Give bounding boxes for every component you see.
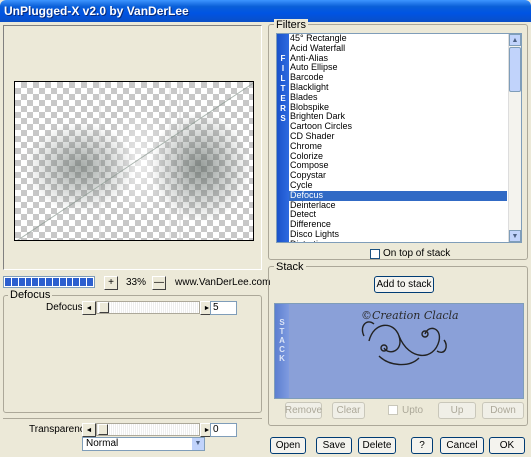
filter-items: 45° Rectangle Acid Waterfall Anti-Alias Aut… [289, 34, 507, 242]
defocus-group-label: Defocus [8, 289, 53, 301]
watermark-text: ©Creation Clacla [361, 309, 459, 322]
scroll-up-icon[interactable]: ▲ [509, 34, 521, 46]
filters-band-letter: R [280, 104, 286, 113]
open-button[interactable]: Open [270, 437, 306, 454]
filters-band-letter: L [280, 74, 286, 83]
stack-list-area: ©Creation Clacla [289, 304, 523, 398]
filter-list-scrollbar[interactable]: ▲ ▼ [508, 34, 521, 242]
stack-band-letter: T [279, 327, 285, 336]
ok-button[interactable]: OK [489, 437, 525, 454]
title-bar[interactable]: UnPlugged-X v2.0 by VanDerLee [0, 0, 531, 22]
transparency-slider[interactable] [96, 423, 200, 436]
transparency-value-input[interactable]: 0 [210, 423, 237, 437]
preview-image[interactable] [14, 81, 254, 241]
defocus-param-label: Defocus [46, 302, 83, 313]
window-title: UnPlugged-X v2.0 by VanDerLee [4, 4, 189, 18]
filters-band: FILTERS [277, 34, 289, 242]
progress-segment [46, 278, 52, 286]
add-to-stack-button[interactable]: Add to stack [374, 276, 434, 293]
delete-button[interactable]: Delete [358, 437, 396, 454]
defocus-slider-thumb[interactable] [99, 302, 109, 313]
zoom-in-button[interactable]: + [104, 276, 118, 290]
down-button[interactable]: Down [482, 402, 524, 419]
clear-button[interactable]: Clear [332, 402, 365, 419]
stack-group-label: Stack [274, 261, 306, 273]
upto-checkbox[interactable] [388, 405, 398, 415]
stack-band-letter: K [279, 354, 285, 363]
progress-segment [11, 278, 18, 286]
defocus-value-input[interactable]: 5 [210, 301, 237, 315]
filters-band-letter: F [280, 54, 286, 63]
filters-band-letter: S [280, 114, 286, 123]
stack-band: STACK [275, 304, 289, 398]
progress-segment [80, 278, 87, 286]
progress-segment [18, 278, 25, 286]
filter-item[interactable]: Distortion [289, 239, 507, 242]
zoom-out-label: — [154, 277, 164, 288]
filters-band-letter: E [280, 94, 286, 103]
progress-segment [5, 278, 11, 286]
upto-label: Upto [402, 405, 424, 416]
arrow-left-icon: ◄ [85, 426, 93, 434]
blend-mode-value: Normal [86, 438, 119, 449]
progress-segment [66, 278, 73, 286]
progress-segment [59, 278, 66, 286]
stack-list[interactable]: STACK ©Creation Clacla [274, 303, 524, 399]
defocus-slider[interactable] [96, 301, 200, 314]
stack-band-letter: C [279, 345, 285, 354]
filters-band-letter: T [280, 84, 286, 93]
scroll-down-icon[interactable]: ▼ [509, 230, 521, 242]
filter-item[interactable]: Copystar [289, 170, 507, 181]
progress-segment [25, 278, 32, 286]
divider [3, 418, 262, 419]
on-top-of-stack-label: On top of stack [383, 248, 451, 259]
preview-artwork [17, 82, 253, 240]
transparency-slider-thumb[interactable] [98, 424, 108, 435]
website-link[interactable]: www.VanDerLee.com [175, 277, 270, 288]
progress-segment [87, 278, 93, 286]
filters-band-letter: I [281, 64, 285, 73]
zoom-in-label: + [108, 277, 114, 288]
help-button[interactable]: ? [411, 437, 433, 454]
up-button[interactable]: Up [438, 402, 476, 419]
remove-button[interactable]: Remove [285, 402, 322, 419]
zoom-level: 33% [126, 277, 147, 288]
filter-list[interactable]: FILTERS 45° Rectangle Acid Waterfall Anti-… [276, 33, 522, 243]
scrollbar-thumb[interactable] [509, 47, 521, 92]
transparency-label: Transparency [29, 424, 90, 435]
stack-band-letter: S [279, 318, 285, 327]
on-top-of-stack-checkbox[interactable] [370, 249, 380, 259]
preview-panel [3, 25, 262, 270]
progress-bar [3, 276, 95, 288]
arrow-left-icon: ◄ [85, 304, 93, 312]
progress-segment [32, 278, 39, 286]
filters-group-label: Filters [274, 19, 308, 31]
progress-segment [52, 278, 59, 286]
defocus-decrease-button[interactable]: ◄ [82, 301, 96, 315]
progress-segment [39, 278, 46, 286]
save-button[interactable]: Save [316, 437, 352, 454]
filter-item[interactable]: Blacklight [289, 82, 507, 93]
transparency-decrease-button[interactable]: ◄ [82, 423, 96, 437]
chevron-down-icon[interactable]: ▼ [192, 438, 204, 450]
blend-mode-select[interactable]: Normal ▼ [82, 437, 205, 451]
cancel-button[interactable]: Cancel [440, 437, 484, 454]
stack-band-letter: A [279, 336, 285, 345]
progress-segment [73, 278, 80, 286]
filter-item[interactable]: Deinterlace [289, 200, 507, 211]
zoom-out-button[interactable]: — [152, 276, 166, 290]
